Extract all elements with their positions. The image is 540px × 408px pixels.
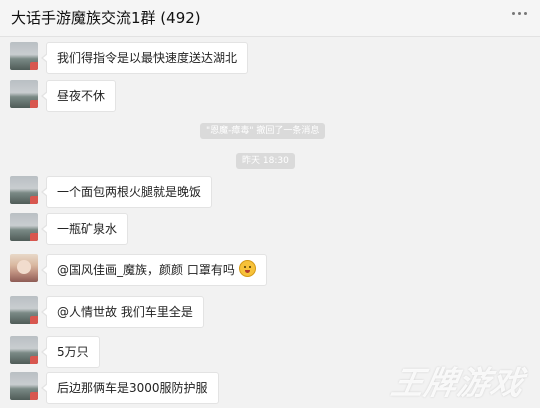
avatar[interactable]	[10, 80, 38, 108]
avatar[interactable]	[10, 254, 38, 282]
more-options-icon[interactable]	[512, 12, 532, 18]
avatar[interactable]	[10, 336, 38, 364]
message-row: @人情世故 我们车里全是	[10, 296, 530, 332]
avatar[interactable]	[10, 42, 38, 70]
timestamp-label: 昨天 18:30	[236, 153, 295, 169]
watermark-logo: 王牌游戏	[388, 364, 528, 402]
message-row: @国风佳画_魔族，颜颜 口罩有吗	[10, 254, 530, 290]
message-bubble[interactable]: 后边那俩车是3000服防护服	[41, 372, 219, 404]
message-row: 一个面包两根火腿就是晚饭	[10, 176, 530, 212]
message-bubble[interactable]: @人情世故 我们车里全是	[41, 296, 204, 328]
message-bubble[interactable]: 一瓶矿泉水	[40, 213, 129, 245]
chat-title-bar: 大话手游魔族交流1群 (492)	[0, 0, 540, 37]
message-row: 一瓶矿泉水	[10, 213, 530, 249]
grimace-emoji-icon	[238, 260, 256, 277]
avatar[interactable]	[10, 213, 38, 241]
message-bubble[interactable]: 一个面包两根火腿就是晚饭	[40, 176, 213, 208]
message-bubble[interactable]: 5万只	[41, 336, 100, 368]
message-bubble[interactable]: @国风佳画_魔族，颜颜 口罩有吗	[41, 254, 267, 286]
message-text: @国风佳画_魔族，颜颜 口罩有吗	[57, 263, 235, 277]
avatar[interactable]	[10, 176, 38, 204]
message-row: 我们得指令是以最快速度送达湖北	[10, 42, 530, 78]
recall-notice: "恩魔-瘴毒" 撤回了一条消息	[200, 123, 326, 139]
message-bubble[interactable]: 我们得指令是以最快速度送达湖北	[40, 42, 249, 74]
chat-title: 大话手游魔族交流1群 (492)	[11, 9, 201, 27]
message-row: 昼夜不休	[10, 80, 530, 116]
message-bubble[interactable]: 昼夜不休	[40, 80, 117, 112]
avatar[interactable]	[10, 296, 38, 324]
avatar[interactable]	[10, 372, 38, 400]
